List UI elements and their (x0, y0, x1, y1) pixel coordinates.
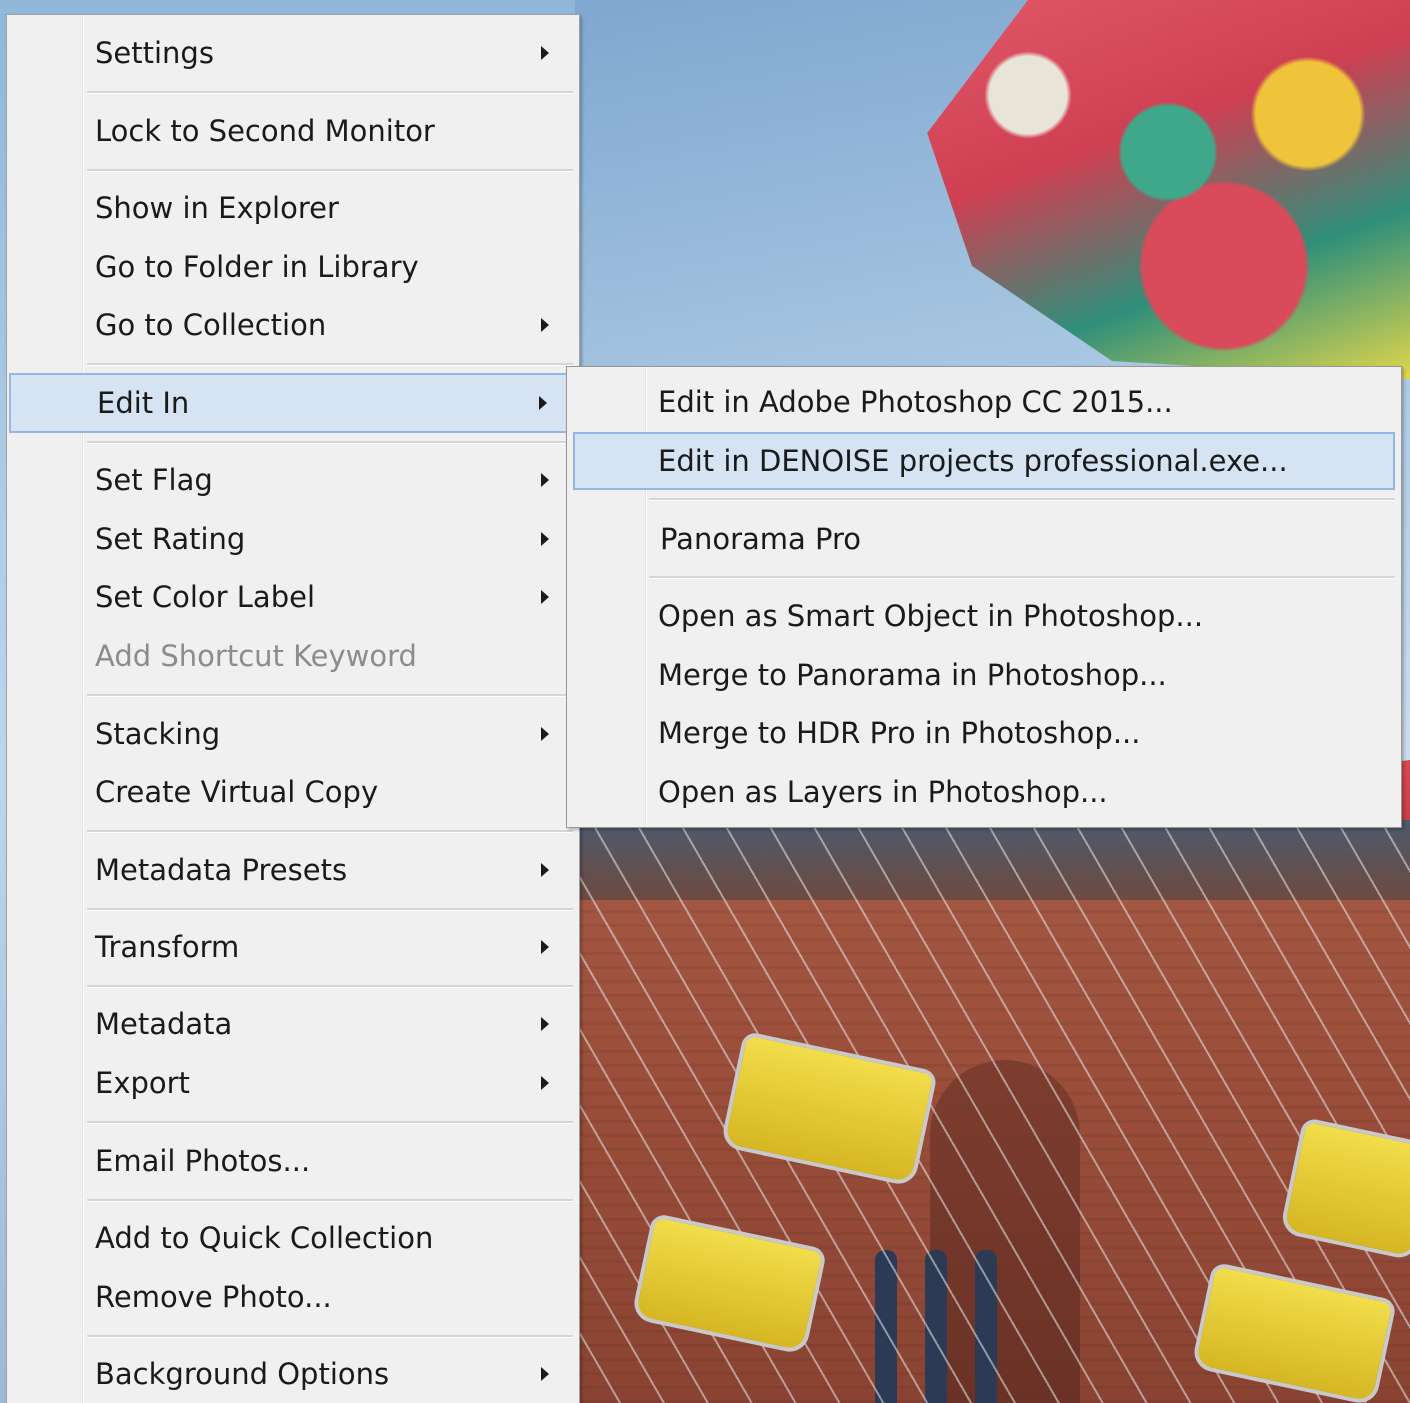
menu-item-label: Export (95, 1066, 190, 1100)
menu-item-email-photos[interactable]: Email Photos... (7, 1132, 579, 1190)
menu-item-label: Merge to Panorama in Photoshop... (658, 658, 1167, 692)
menu-item-set-flag[interactable]: Set Flag (7, 451, 579, 509)
chevron-right-icon (541, 1076, 549, 1090)
submenu-item-open-as-smart-object[interactable]: Open as Smart Object in Photoshop... (567, 587, 1401, 645)
menu-item-label: Add Shortcut Keyword (95, 639, 417, 673)
menu-item-label: Go to Collection (95, 308, 327, 342)
menu-item-label: Add to Quick Collection (95, 1221, 434, 1255)
submenu-item-panorama-pro[interactable]: Panorama Pro (567, 510, 1401, 568)
chevron-right-icon (541, 863, 549, 877)
chevron-right-icon (541, 532, 549, 546)
menu-separator (87, 169, 573, 172)
menu-item-label: Email Photos... (95, 1144, 311, 1178)
menu-item-label: Edit in DENOISE projects professional.ex… (658, 444, 1288, 478)
menu-separator (87, 694, 573, 697)
menu-item-go-to-folder-in-library[interactable]: Go to Folder in Library (7, 238, 579, 296)
menu-item-metadata[interactable]: Metadata (7, 995, 579, 1053)
menu-item-export[interactable]: Export (7, 1054, 579, 1112)
menu-item-label: Set Rating (95, 522, 246, 556)
menu-item-label: Open as Layers in Photoshop... (658, 775, 1108, 809)
menu-item-label: Set Color Label (95, 580, 316, 614)
menu-separator (87, 1199, 573, 1202)
menu-item-metadata-presets[interactable]: Metadata Presets (7, 841, 579, 899)
chevron-right-icon (541, 473, 549, 487)
menu-item-label: Transform (95, 930, 240, 964)
menu-item-label: Metadata Presets (95, 853, 348, 887)
menu-item-label: Remove Photo... (95, 1280, 332, 1314)
menu-item-settings[interactable]: Settings (7, 24, 579, 82)
menu-separator (87, 1121, 573, 1124)
menu-separator (87, 985, 573, 988)
menu-separator (87, 1335, 573, 1338)
menu-separator (87, 91, 573, 94)
menu-item-stacking[interactable]: Stacking (7, 705, 579, 763)
menu-separator (649, 498, 1395, 501)
submenu-item-merge-to-panorama[interactable]: Merge to Panorama in Photoshop... (567, 646, 1401, 704)
menu-item-label: Show in Explorer (95, 191, 339, 225)
menu-item-label: Stacking (95, 717, 221, 751)
edit-in-submenu: Edit in Adobe Photoshop CC 2015... Edit … (566, 366, 1402, 828)
menu-item-show-in-explorer[interactable]: Show in Explorer (7, 179, 579, 237)
context-menu: Settings Lock to Second Monitor Show in … (6, 14, 580, 1403)
menu-item-background-options[interactable]: Background Options (7, 1345, 579, 1403)
menu-item-label: Edit In (97, 386, 190, 420)
menu-item-remove-photo[interactable]: Remove Photo... (7, 1268, 579, 1326)
menu-separator (649, 576, 1395, 579)
chevron-right-icon (539, 396, 547, 410)
menu-separator (87, 363, 573, 366)
menu-item-label: Set Flag (95, 463, 213, 497)
submenu-item-edit-in-denoise[interactable]: Edit in DENOISE projects professional.ex… (573, 432, 1395, 490)
chevron-right-icon (541, 318, 549, 332)
menu-item-label: Go to Folder in Library (95, 250, 419, 284)
menu-item-label: Metadata (95, 1007, 233, 1041)
chevron-right-icon (541, 1367, 549, 1381)
chevron-right-icon (541, 46, 549, 60)
chevron-right-icon (541, 727, 549, 741)
menu-item-set-rating[interactable]: Set Rating (7, 510, 579, 568)
chevron-right-icon (541, 940, 549, 954)
menu-item-create-virtual-copy[interactable]: Create Virtual Copy (7, 763, 579, 821)
menu-item-add-to-quick-collection[interactable]: Add to Quick Collection (7, 1209, 579, 1267)
menu-separator (87, 441, 573, 444)
menu-item-edit-in[interactable]: Edit In (9, 373, 569, 433)
menu-item-add-shortcut-keyword: Add Shortcut Keyword (7, 627, 579, 685)
menu-item-label: Lock to Second Monitor (95, 114, 435, 148)
menu-item-set-color-label[interactable]: Set Color Label (7, 568, 579, 626)
menu-item-label: Merge to HDR Pro in Photoshop... (658, 716, 1141, 750)
menu-item-label: Background Options (95, 1357, 390, 1391)
menu-item-label: Settings (95, 36, 214, 70)
menu-item-lock-to-second-monitor[interactable]: Lock to Second Monitor (7, 102, 579, 160)
menu-item-label: Panorama Pro (660, 522, 862, 556)
menu-item-label: Edit in Adobe Photoshop CC 2015... (658, 385, 1173, 419)
menu-item-label: Create Virtual Copy (95, 775, 379, 809)
menu-item-go-to-collection[interactable]: Go to Collection (7, 296, 579, 354)
submenu-item-open-as-layers[interactable]: Open as Layers in Photoshop... (567, 763, 1401, 821)
menu-item-transform[interactable]: Transform (7, 918, 579, 976)
submenu-item-merge-to-hdr-pro[interactable]: Merge to HDR Pro in Photoshop... (567, 704, 1401, 762)
chevron-right-icon (541, 1017, 549, 1031)
menu-separator (87, 830, 573, 833)
menu-item-label: Open as Smart Object in Photoshop... (658, 599, 1204, 633)
menu-separator (87, 908, 573, 911)
submenu-item-edit-in-photoshop[interactable]: Edit in Adobe Photoshop CC 2015... (567, 373, 1401, 431)
chevron-right-icon (541, 590, 549, 604)
